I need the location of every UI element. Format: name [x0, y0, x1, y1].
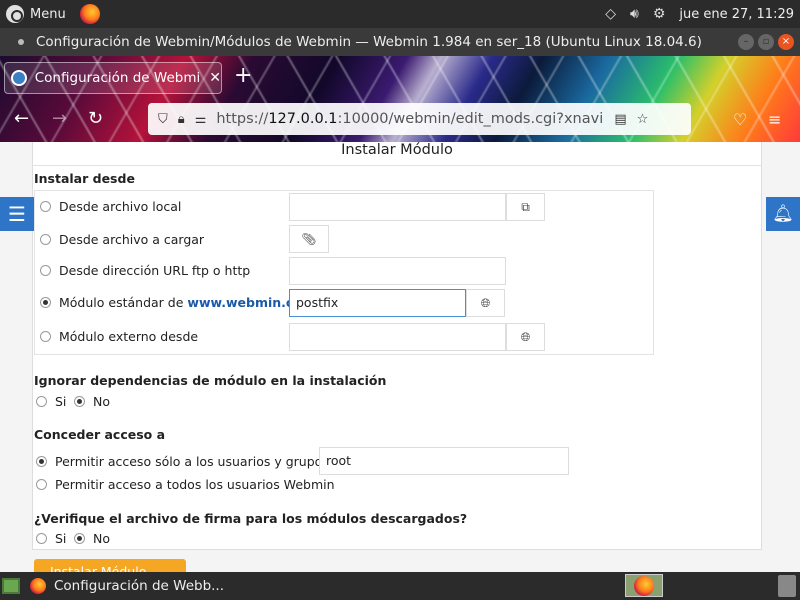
globe-icon: 🌐︎ [480, 295, 491, 310]
reader-view-icon[interactable]: ▤ [614, 112, 626, 127]
verify-no-label: No [93, 531, 110, 546]
maximize-button[interactable]: ▫ [758, 34, 774, 50]
webmin-favicon-icon [11, 70, 27, 86]
source-url-radio[interactable] [40, 265, 51, 276]
forward-button[interactable]: → [52, 108, 67, 129]
ignore-deps-yes-label: Si [55, 394, 67, 409]
verify-no-radio[interactable] [74, 533, 85, 544]
ubuntu-logo-icon [6, 5, 24, 23]
install-module-button[interactable]: Instalar Módulo [34, 559, 186, 572]
grant-all-label: Permitir acceso a todos los usuarios Web… [55, 477, 335, 492]
standard-module-browse-button[interactable]: 🌐︎ [466, 289, 505, 317]
ignore-deps-label: Ignorar dependencias de módulo en la ins… [34, 373, 387, 388]
url-text[interactable]: https://127.0.0.1:10000/webmin/edit_mods… [216, 111, 604, 127]
url-input[interactable] [289, 257, 506, 285]
grant-all-radio[interactable] [36, 479, 47, 490]
verify-yes-label: Si [55, 531, 67, 546]
lock-warning-icon[interactable]: 🔒︎ [178, 112, 185, 127]
local-file-input[interactable] [289, 193, 506, 221]
source-upload-radio[interactable] [40, 234, 51, 245]
sidebar-toggle-button[interactable]: ☰ [0, 197, 34, 231]
browser-toolbar: Configuración de Webmin ✕ + ← → ↻ ⛉ 🔒︎ ⚌… [0, 56, 800, 142]
verify-yes-option[interactable]: Si [36, 531, 66, 546]
hamburger-icon: ☰ [8, 202, 26, 226]
bottom-taskbar: Configuración de Webb... [0, 572, 800, 600]
back-button[interactable]: ← [14, 108, 29, 129]
file-chooser-icon: ⧉ [521, 199, 530, 214]
standard-module-input[interactable]: postfix [289, 289, 466, 317]
grant-users-input[interactable]: root [319, 447, 569, 475]
tab-label: Configuración de Webmin [34, 70, 202, 86]
grant-selected-option[interactable]: Permitir acceso sólo a los usuarios y gr… [36, 454, 337, 469]
external-module-browse-button[interactable]: 🌐︎ [506, 323, 545, 351]
grant-access-label: Conceder acceso a [34, 427, 166, 442]
ignore-deps-no-option[interactable]: No [74, 394, 110, 409]
source-local-option[interactable]: Desde archivo local [40, 199, 181, 214]
menu-label: Menu [30, 6, 66, 22]
menu-button[interactable]: Menu [6, 5, 66, 23]
source-local-label: Desde archivo local [59, 199, 182, 214]
shield-icon[interactable]: ⛉ [158, 112, 168, 127]
taskbar-task-label: Configuración de Webb... [54, 578, 225, 594]
close-window-button[interactable]: × [778, 34, 794, 50]
verify-signature-label: ¿Verifique el archivo de firma para los … [34, 511, 468, 526]
install-from-label: Instalar desde [34, 171, 135, 186]
top-panel: Menu ◇ 🔊︎ ⚙ jue ene 27, 11:29 [0, 0, 800, 28]
clock[interactable]: jue ene 27, 11:29 [679, 7, 794, 22]
file-chooser-button[interactable]: ⧉ [506, 193, 545, 221]
firefox-icon [30, 578, 46, 594]
hamburger-menu-icon[interactable]: ≡ [768, 110, 781, 129]
globe-icon: 🌐︎ [520, 329, 531, 344]
upload-attach-button[interactable]: 📎︎ [289, 225, 329, 253]
tab-close-icon[interactable]: ✕ [209, 70, 221, 86]
panel-title: Instalar Módulo [32, 142, 762, 166]
verify-yes-radio[interactable] [36, 533, 47, 544]
network-icon[interactable]: ◇ [605, 6, 616, 22]
ignore-deps-no-label: No [93, 394, 110, 409]
source-standard-option[interactable]: Módulo estándar de www.webmin.com [40, 295, 315, 310]
tab-webmin[interactable]: Configuración de Webmin ✕ [4, 62, 222, 94]
volume-icon[interactable]: 🔊︎ [630, 6, 639, 22]
settings-icon[interactable]: ⚙ [653, 6, 666, 22]
trash-icon[interactable] [778, 575, 796, 597]
pocket-icon[interactable]: ♡ [733, 110, 747, 129]
source-url-option[interactable]: Desde dirección URL ftp o http [40, 263, 250, 278]
firefox-launcher-icon[interactable] [79, 4, 100, 24]
source-url-label: Desde dirección URL ftp o http [59, 263, 251, 278]
minimize-button[interactable]: – [738, 34, 754, 50]
ignore-deps-yes-radio[interactable] [36, 396, 47, 407]
new-tab-button[interactable]: + [234, 64, 252, 88]
paperclip-icon: 📎︎ [301, 232, 317, 246]
reload-button[interactable]: ↻ [88, 108, 103, 129]
system-tray: ◇ 🔊︎ ⚙ jue ene 27, 11:29 [605, 0, 794, 28]
taskbar-firefox-task[interactable]: Configuración de Webb... [30, 578, 224, 594]
permissions-icon[interactable]: ⚌ [195, 112, 207, 127]
show-desktop-icon[interactable] [2, 578, 20, 594]
window-menu-icon[interactable] [18, 39, 24, 45]
source-upload-label: Desde archivo a cargar [59, 232, 205, 247]
source-standard-radio[interactable] [40, 297, 51, 308]
notifications-button[interactable]: 🔔︎ [766, 197, 800, 231]
source-external-radio[interactable] [40, 331, 51, 342]
firefox-icon [634, 575, 654, 596]
verify-no-option[interactable]: No [74, 531, 110, 546]
grant-selected-label: Permitir acceso sólo a los usuarios y gr… [55, 454, 337, 469]
grant-all-option[interactable]: Permitir acceso a todos los usuarios Web… [36, 477, 335, 492]
url-bar[interactable]: ⛉ 🔒︎ ⚌ https://127.0.0.1:10000/webmin/ed… [148, 103, 691, 135]
source-external-option[interactable]: Módulo externo desde [40, 329, 198, 344]
source-standard-label: Módulo estándar de www.webmin.com [59, 295, 315, 310]
bell-icon: 🔔︎ [772, 204, 794, 224]
ignore-deps-yes-option[interactable]: Si [36, 394, 66, 409]
window-title: Configuración de Webmin/Módulos de Webmi… [36, 34, 702, 50]
source-upload-option[interactable]: Desde archivo a cargar [40, 232, 204, 247]
workspace-switcher[interactable] [625, 574, 663, 597]
bookmark-star-icon[interactable]: ☆ [637, 112, 649, 127]
grant-selected-radio[interactable] [36, 456, 47, 467]
source-external-label: Módulo externo desde [59, 329, 199, 344]
window-title-bar: Configuración de Webmin/Módulos de Webmi… [0, 28, 800, 56]
external-module-input[interactable] [289, 323, 506, 351]
ignore-deps-no-radio[interactable] [74, 396, 85, 407]
source-local-radio[interactable] [40, 201, 51, 212]
